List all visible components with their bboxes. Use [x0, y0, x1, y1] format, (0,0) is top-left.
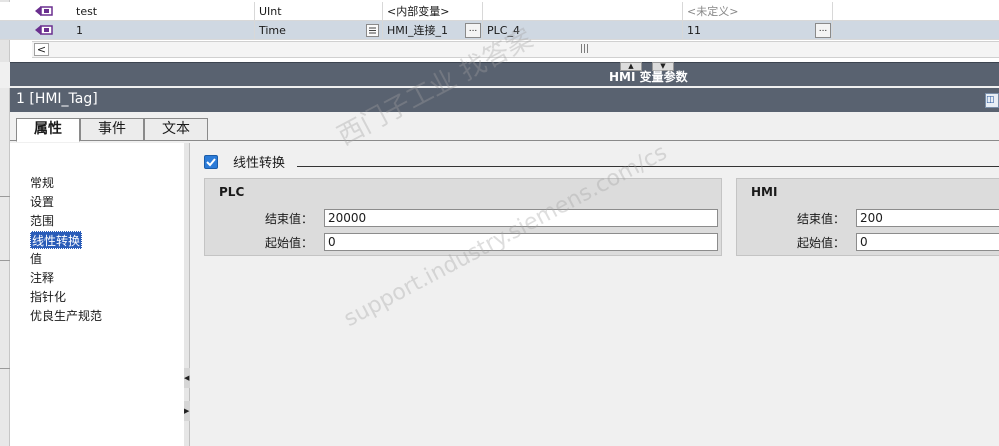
table-row[interactable]: test UInt <内部变量> <未定义>	[0, 2, 999, 21]
connection-browse-button[interactable]: ...	[465, 23, 481, 38]
properties-view-icon[interactable]: ◫	[985, 93, 999, 108]
property-nav: 常规 设置 范围 线性转换 值 注释 指针化 优良生产规范	[10, 143, 185, 446]
scroll-left-button[interactable]: <	[34, 43, 49, 56]
nav-item-linear-scaling[interactable]: 线性转换	[30, 231, 83, 249]
hmi-start-input[interactable]: 0	[856, 233, 999, 251]
scroll-grip[interactable]: |||	[580, 44, 589, 54]
section-divider	[297, 166, 999, 167]
plc-start-label: 起始值：	[265, 236, 314, 250]
nav-item-values[interactable]: 值	[30, 250, 42, 268]
nav-item-general[interactable]: 常规	[30, 174, 54, 192]
tag-name-cell[interactable]: 1	[72, 21, 255, 40]
tag-address-cell[interactable]: 11	[683, 21, 833, 40]
strip-divider	[0, 260, 10, 261]
plc-start-input[interactable]: 0	[324, 233, 718, 251]
table-row[interactable]: 1 Time HMI_连接_1 ... PLC_4 11 ...	[0, 21, 999, 40]
linear-scaling-panel: 线性转换 PLC 结束值： 20000 起始值： 0 HMI 结束值： 200 …	[191, 143, 999, 446]
linear-scaling-checkbox[interactable]	[204, 155, 218, 169]
hmi-start-label: 起始值：	[797, 236, 846, 250]
collapse-left-icon[interactable]: ◀	[184, 368, 190, 388]
hmi-group-title: HMI	[751, 185, 778, 199]
tag-connection-cell[interactable]: <内部变量>	[383, 2, 483, 21]
check-icon	[206, 158, 216, 167]
split-bar-title: HMI 变量参数	[609, 70, 688, 84]
tag-table: test UInt <内部变量> <未定义> 1 Time HMI_连接_1 .…	[0, 0, 999, 62]
hmi-tag-icon	[35, 25, 53, 35]
hmi-tag-icon	[35, 6, 53, 16]
tag-plc-name-cell[interactable]: PLC_4	[483, 21, 683, 40]
left-side-strip	[0, 88, 10, 446]
type-picker-icon[interactable]	[366, 24, 379, 37]
nav-item-gmp[interactable]: 优良生产规范	[30, 307, 102, 325]
tag-name-cell[interactable]: test	[72, 2, 255, 21]
inspector-title: 1 [HMI_Tag]	[16, 91, 98, 107]
tab-bar: 属性 事件 文本	[10, 113, 999, 142]
tag-address-cell[interactable]: <未定义>	[683, 2, 833, 21]
nav-item-settings[interactable]: 设置	[30, 193, 54, 211]
plc-group: PLC 结束值： 20000 起始值： 0	[204, 178, 722, 256]
strip-divider	[0, 196, 10, 197]
strip-divider	[0, 368, 10, 369]
tab-events[interactable]: 事件	[80, 118, 144, 141]
horizontal-scrollbar[interactable]: < |||	[32, 41, 999, 58]
section-title: 线性转换	[233, 156, 286, 171]
tag-type-cell[interactable]: Time	[255, 21, 383, 40]
hmi-end-input[interactable]: 200	[856, 209, 999, 227]
tag-type-cell[interactable]: UInt	[255, 2, 383, 21]
plc-group-title: PLC	[219, 185, 245, 199]
nav-item-comment[interactable]: 注释	[30, 269, 54, 287]
nav-item-range[interactable]: 范围	[30, 212, 54, 230]
tag-plc-name-cell[interactable]	[483, 2, 683, 21]
plc-end-label: 结束值：	[265, 212, 314, 226]
split-bar[interactable]: ▲ ▼ HMI 变量参数	[10, 62, 999, 86]
plc-end-input[interactable]: 20000	[324, 209, 718, 227]
tab-texts[interactable]: 文本	[144, 118, 208, 141]
inspector-header: 1 [HMI_Tag] ◫	[10, 88, 999, 112]
hmi-group: HMI 结束值： 200 起始值： 0	[736, 178, 999, 256]
hmi-end-label: 结束值：	[797, 212, 846, 226]
address-browse-button[interactable]: ...	[815, 23, 831, 38]
tab-properties[interactable]: 属性	[16, 118, 80, 142]
nav-item-pointer[interactable]: 指针化	[30, 288, 66, 306]
nav-collapse-bar[interactable]: ◀ ▶	[184, 143, 190, 446]
collapse-right-icon[interactable]: ▶	[184, 401, 190, 421]
